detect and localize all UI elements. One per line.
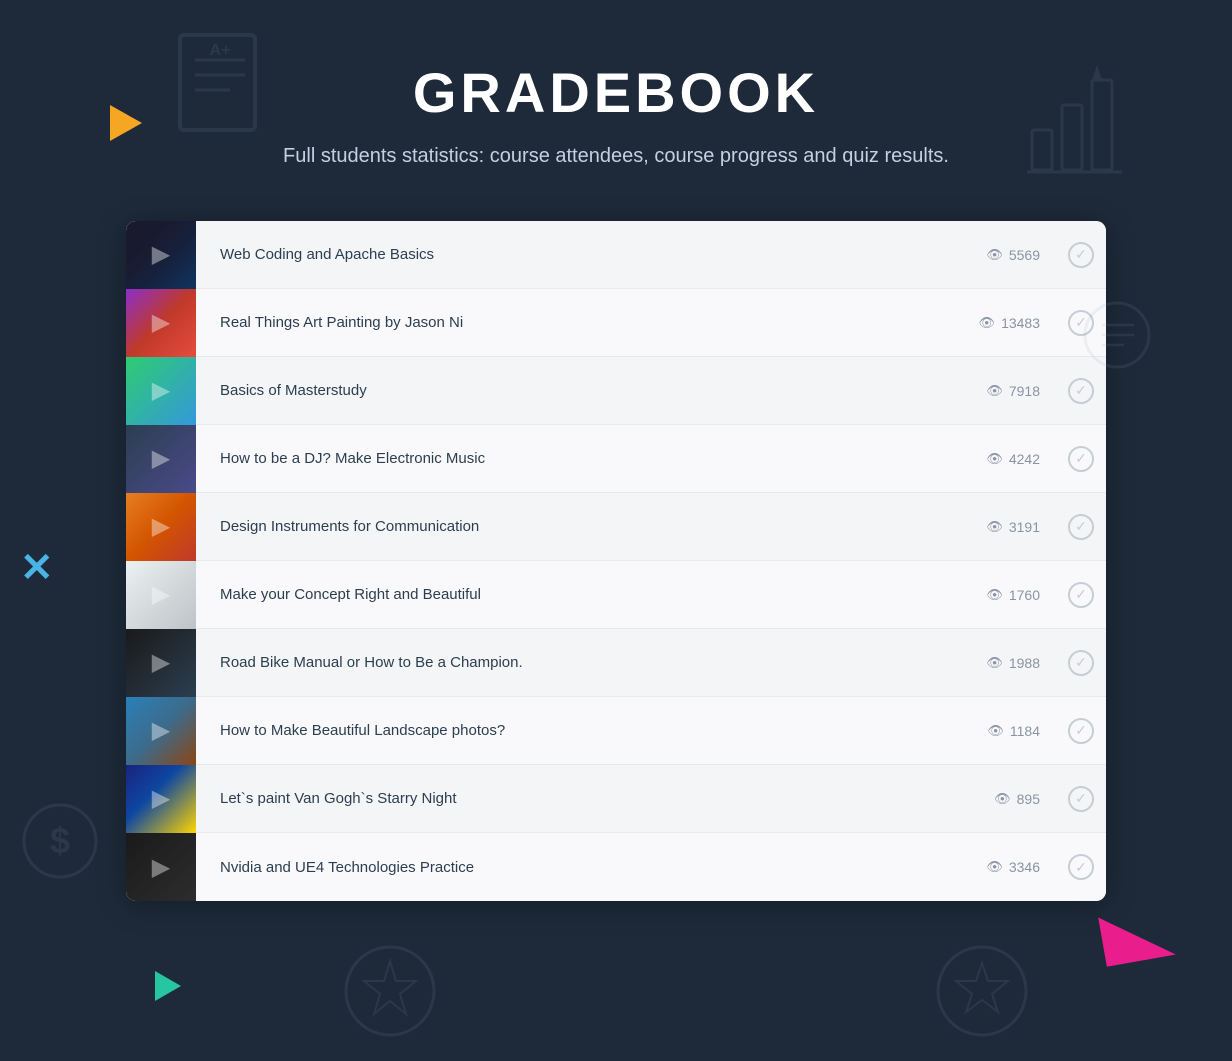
course-views: 👁 1760 — [960, 587, 1040, 603]
course-thumbnail: ▶ — [126, 221, 196, 289]
course-views: 👁 13483 — [960, 315, 1040, 331]
thumb-icon: ▶ — [152, 444, 170, 473]
course-action-button[interactable]: ✓ — [1056, 561, 1106, 629]
course-views: 👁 5569 — [960, 247, 1040, 263]
views-icon: 👁 — [986, 859, 1003, 875]
list-item[interactable]: ▶ Make your Concept Right and Beautiful … — [126, 561, 1106, 629]
course-views: 👁 7918 — [960, 383, 1040, 399]
course-action-button[interactable]: ✓ — [1056, 493, 1106, 561]
course-action-button[interactable]: ✓ — [1056, 289, 1106, 357]
views-count: 7918 — [1009, 383, 1040, 399]
course-name: Basics of Masterstudy — [196, 382, 960, 399]
course-name: Nvidia and UE4 Technologies Practice — [196, 859, 960, 876]
check-circle-icon: ✓ — [1068, 514, 1094, 540]
list-item[interactable]: ▶ Nvidia and UE4 Technologies Practice 👁… — [126, 833, 1106, 901]
check-circle-icon: ✓ — [1068, 650, 1094, 676]
pink-triangle-icon — [1098, 905, 1176, 966]
views-icon: 👁 — [986, 383, 1003, 399]
course-thumbnail: ▶ — [126, 289, 196, 357]
views-count: 1184 — [1010, 723, 1040, 739]
orange-play-icon — [110, 105, 142, 141]
list-item[interactable]: ▶ Road Bike Manual or How to Be a Champi… — [126, 629, 1106, 697]
thumb-icon: ▶ — [152, 376, 170, 405]
thumb-icon: ▶ — [152, 853, 170, 882]
thumb-icon: ▶ — [152, 716, 170, 745]
views-icon: 👁 — [986, 587, 1003, 603]
list-item[interactable]: ▶ Let`s paint Van Gogh`s Starry Night 👁 … — [126, 765, 1106, 833]
views-count: 895 — [1017, 791, 1040, 807]
course-action-button[interactable]: ✓ — [1056, 425, 1106, 493]
course-views: 👁 3346 — [960, 859, 1040, 875]
list-item[interactable]: ▶ Basics of Masterstudy 👁 7918 ✓ — [126, 357, 1106, 425]
course-thumbnail: ▶ — [126, 833, 196, 901]
check-circle-icon: ✓ — [1068, 786, 1094, 812]
course-views: 👁 3191 — [960, 519, 1040, 535]
course-name: Real Things Art Painting by Jason Ni — [196, 314, 960, 331]
list-item[interactable]: ▶ How to Make Beautiful Landscape photos… — [126, 697, 1106, 765]
course-views: 👁 895 — [960, 791, 1040, 807]
svg-text:$: $ — [50, 820, 70, 861]
views-count: 1988 — [1009, 655, 1040, 671]
course-name: Let`s paint Van Gogh`s Starry Night — [196, 790, 960, 807]
list-item[interactable]: ▶ Real Things Art Painting by Jason Ni 👁… — [126, 289, 1106, 357]
course-name: How to be a DJ? Make Electronic Music — [196, 450, 960, 467]
course-action-button[interactable]: ✓ — [1056, 765, 1106, 833]
course-action-button[interactable]: ✓ — [1056, 697, 1106, 765]
course-name: Make your Concept Right and Beautiful — [196, 586, 960, 603]
views-icon: 👁 — [994, 791, 1011, 807]
course-action-button[interactable]: ✓ — [1056, 221, 1106, 289]
thumb-icon: ▶ — [152, 512, 170, 541]
page-subtitle: Full students statistics: course attende… — [276, 141, 956, 171]
views-icon: 👁 — [987, 723, 1004, 739]
check-circle-icon: ✓ — [1068, 310, 1094, 336]
course-thumbnail: ▶ — [126, 493, 196, 561]
page-header: GRADEBOOK Full students statistics: cour… — [0, 0, 1232, 201]
check-circle-icon: ✓ — [1068, 582, 1094, 608]
views-count: 3191 — [1009, 519, 1040, 535]
check-circle-icon: ✓ — [1068, 446, 1094, 472]
course-action-button[interactable]: ✓ — [1056, 833, 1106, 901]
course-name: Design Instruments for Communication — [196, 518, 960, 535]
thumb-icon: ▶ — [152, 648, 170, 677]
course-name: How to Make Beautiful Landscape photos? — [196, 722, 960, 739]
page-title: GRADEBOOK — [0, 60, 1232, 125]
thumb-icon: ▶ — [152, 580, 170, 609]
check-circle-icon: ✓ — [1068, 242, 1094, 268]
views-count: 3346 — [1009, 859, 1040, 875]
views-count: 1760 — [1009, 587, 1040, 603]
views-count: 13483 — [1001, 315, 1040, 331]
list-item[interactable]: ▶ Web Coding and Apache Basics 👁 5569 ✓ — [126, 221, 1106, 289]
course-views: 👁 1988 — [960, 655, 1040, 671]
views-icon: 👁 — [986, 247, 1003, 263]
check-circle-icon: ✓ — [1068, 854, 1094, 880]
views-icon: 👁 — [986, 519, 1003, 535]
views-icon: 👁 — [979, 315, 996, 331]
views-count: 4242 — [1009, 451, 1040, 467]
course-thumbnail: ▶ — [126, 765, 196, 833]
thumb-icon: ▶ — [152, 784, 170, 813]
teal-play-icon — [155, 971, 181, 1001]
course-thumbnail: ▶ — [126, 425, 196, 493]
course-thumbnail: ▶ — [126, 561, 196, 629]
course-views: 👁 1184 — [960, 723, 1040, 739]
course-name: Road Bike Manual or How to Be a Champion… — [196, 654, 960, 671]
course-action-button[interactable]: ✓ — [1056, 357, 1106, 425]
views-icon: 👁 — [986, 655, 1003, 671]
course-thumbnail: ▶ — [126, 357, 196, 425]
course-thumbnail: ▶ — [126, 629, 196, 697]
list-item[interactable]: ▶ Design Instruments for Communication 👁… — [126, 493, 1106, 561]
check-circle-icon: ✓ — [1068, 378, 1094, 404]
blue-x-icon: ✕ — [20, 545, 54, 591]
check-circle-icon: ✓ — [1068, 718, 1094, 744]
views-count: 5569 — [1009, 247, 1040, 263]
thumb-icon: ▶ — [152, 308, 170, 337]
course-action-button[interactable]: ✓ — [1056, 629, 1106, 697]
course-thumbnail: ▶ — [126, 697, 196, 765]
course-name: Web Coding and Apache Basics — [196, 246, 960, 263]
thumb-icon: ▶ — [152, 240, 170, 269]
course-list: ▶ Web Coding and Apache Basics 👁 5569 ✓ … — [126, 221, 1106, 901]
views-icon: 👁 — [986, 451, 1003, 467]
course-views: 👁 4242 — [960, 451, 1040, 467]
list-item[interactable]: ▶ How to be a DJ? Make Electronic Music … — [126, 425, 1106, 493]
